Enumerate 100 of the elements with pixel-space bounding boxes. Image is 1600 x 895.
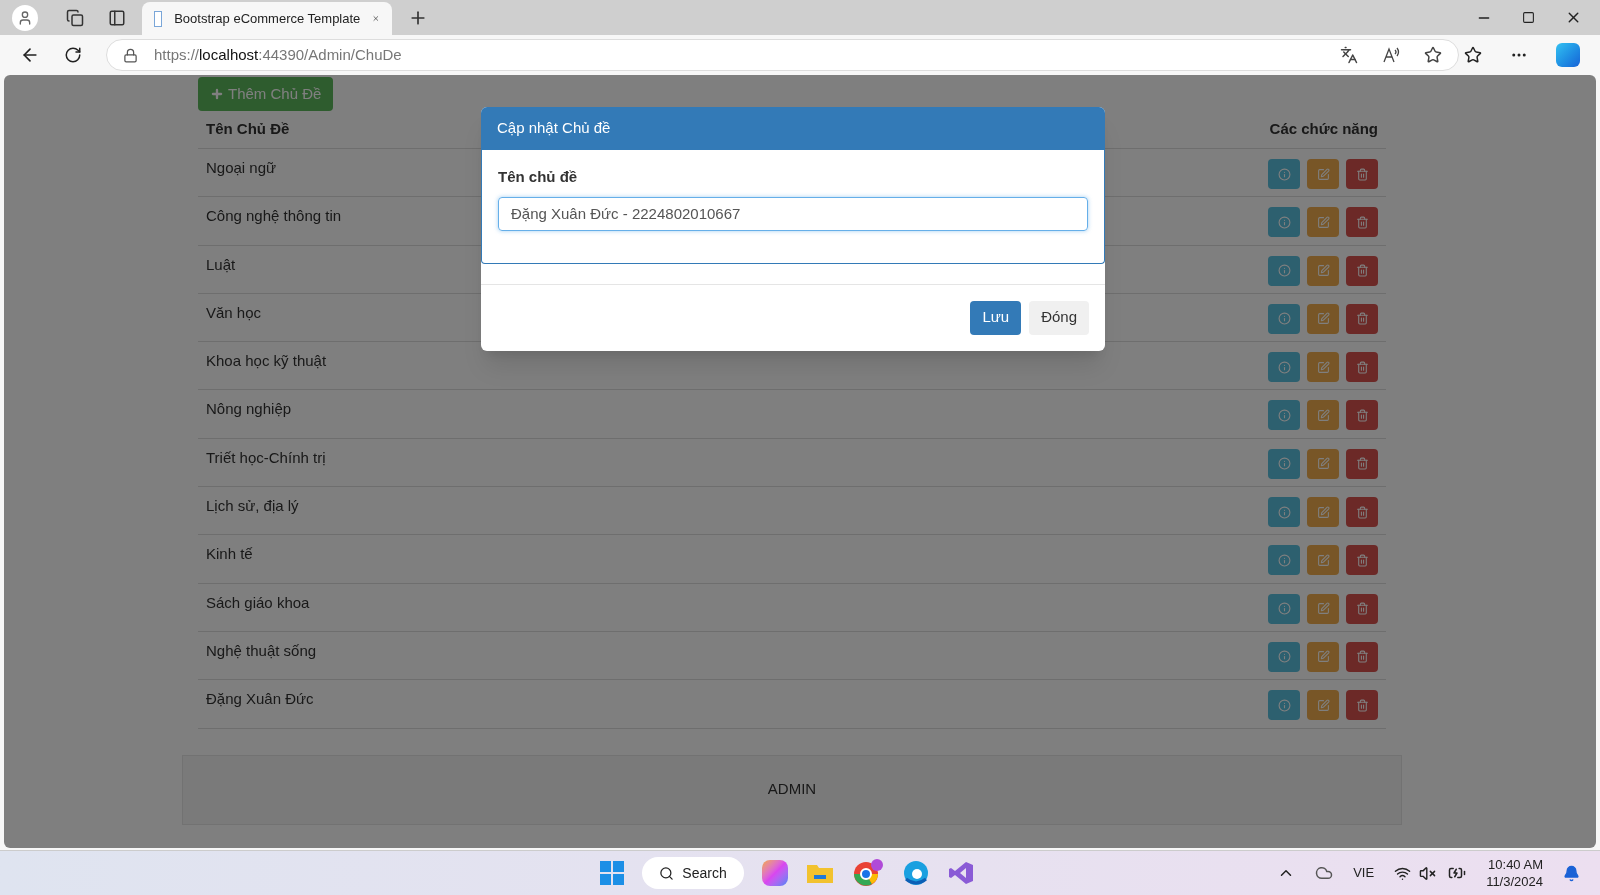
info-button[interactable] — [1268, 497, 1300, 528]
trash-icon — [1355, 360, 1369, 374]
column-header: Tên Chủ Đề — [206, 119, 290, 140]
topic-name: Luật — [206, 254, 236, 275]
info-button[interactable] — [1268, 400, 1300, 431]
chrome-icon[interactable] — [852, 858, 884, 888]
info-button[interactable] — [1268, 207, 1300, 238]
topic-name: Lịch sử, địa lý — [206, 496, 299, 517]
info-icon — [1277, 167, 1291, 181]
topic-name: Triết học-Chính trị — [206, 447, 326, 468]
muted-speaker-icon[interactable] — [1419, 864, 1437, 882]
info-button[interactable] — [1268, 690, 1300, 721]
info-button[interactable] — [1268, 303, 1300, 334]
save-button[interactable]: Lưu — [970, 300, 1022, 335]
delete-button[interactable] — [1346, 545, 1378, 576]
trash-icon — [1355, 698, 1369, 712]
delete-button[interactable] — [1346, 255, 1378, 286]
topic-name-field[interactable]: Đặng Xuân Đức - 2224802010667 — [498, 196, 1088, 231]
clock[interactable]: 10:40 AM 11/3/2024 — [1486, 856, 1543, 890]
edit-button[interactable] — [1307, 641, 1339, 672]
plus-icon — [210, 87, 224, 101]
edit-button[interactable] — [1307, 690, 1339, 721]
column-header: Các chức năng — [1269, 119, 1378, 140]
notification-bell-icon[interactable] — [1563, 864, 1580, 882]
delete-button[interactable] — [1346, 690, 1378, 721]
trash-icon — [1355, 457, 1369, 471]
edit-button[interactable] — [1307, 448, 1339, 479]
trash-icon — [1355, 602, 1369, 616]
close-button[interactable]: Đóng — [1029, 300, 1089, 335]
translate-icon[interactable] — [1340, 46, 1358, 64]
url-text: https://localhost:44390/Admin/ChuDe — [154, 44, 402, 65]
browser-tab[interactable]: Bootstrap eCommerce Template — [142, 2, 392, 35]
info-button[interactable] — [1268, 641, 1300, 672]
visual-studio-icon[interactable] — [948, 860, 974, 886]
info-button[interactable] — [1268, 545, 1300, 576]
delete-button[interactable] — [1346, 303, 1378, 334]
tab-actions-icon[interactable] — [108, 8, 126, 27]
topic-name: Sách giáo khoa — [206, 592, 310, 613]
delete-button[interactable] — [1346, 159, 1378, 189]
edit-icon — [1316, 264, 1330, 278]
cloud-icon[interactable] — [1315, 864, 1334, 882]
delete-button[interactable] — [1346, 352, 1378, 383]
lock-icon — [123, 47, 138, 63]
trash-icon — [1355, 409, 1369, 422]
trash-icon — [1355, 505, 1369, 519]
favorite-star-icon[interactable] — [1424, 46, 1442, 64]
favorites-icon[interactable] — [1464, 46, 1482, 64]
info-icon — [1277, 360, 1291, 374]
edit-button[interactable] — [1307, 352, 1339, 383]
start-icon[interactable] — [600, 861, 624, 885]
topic-name: Văn học — [206, 302, 262, 323]
info-button[interactable] — [1268, 593, 1300, 624]
address-bar[interactable]: https://localhost:44390/Admin/ChuDe — [106, 39, 1459, 71]
info-button[interactable] — [1268, 255, 1300, 286]
taskbar-search[interactable]: Search — [642, 857, 744, 889]
edit-button[interactable] — [1307, 159, 1339, 189]
reload-icon[interactable] — [64, 46, 82, 64]
trash-icon — [1355, 650, 1369, 664]
info-icon — [1277, 505, 1291, 519]
info-button[interactable] — [1268, 352, 1300, 383]
topic-name: Công nghệ thông tin — [206, 206, 342, 227]
edit-button[interactable] — [1307, 545, 1339, 576]
edit-button[interactable] — [1307, 303, 1339, 334]
edit-icon — [1316, 360, 1330, 374]
collections-icon[interactable] — [66, 8, 84, 27]
delete-button[interactable] — [1346, 448, 1378, 479]
delete-button[interactable] — [1346, 641, 1378, 672]
read-aloud-icon[interactable] — [1382, 46, 1400, 64]
topic-name: Nông nghiệp — [206, 399, 292, 420]
topic-name: Khoa học kỹ thuật — [206, 351, 327, 372]
footer-text: ADMIN — [767, 779, 817, 800]
topic-name: Đặng Xuân Đức — [206, 689, 314, 710]
edit-button[interactable] — [1307, 497, 1339, 528]
topic-name: Kinh tế — [206, 544, 253, 565]
restore-icon[interactable] — [1522, 11, 1535, 24]
edit-icon — [1316, 698, 1330, 712]
edit-icon — [1316, 167, 1330, 181]
info-button[interactable] — [1268, 448, 1300, 479]
edit-button[interactable] — [1307, 593, 1339, 624]
info-icon — [1277, 264, 1291, 278]
time-text: 10:40 AM — [1488, 856, 1543, 873]
trash-icon — [1355, 553, 1369, 567]
profile-icon[interactable] — [12, 4, 38, 31]
edit-button[interactable] — [1307, 400, 1339, 431]
edge-icon[interactable] — [902, 859, 930, 887]
tab-title: Bootstrap eCommerce Template — [174, 9, 361, 28]
info-icon — [1277, 215, 1291, 229]
delete-button[interactable] — [1346, 593, 1378, 624]
info-button[interactable] — [1268, 159, 1300, 189]
delete-button[interactable] — [1346, 207, 1378, 238]
info-icon — [1277, 409, 1291, 422]
person-icon — [17, 9, 33, 26]
trash-icon — [1355, 264, 1369, 278]
delete-button[interactable] — [1346, 400, 1378, 431]
delete-button[interactable] — [1346, 497, 1378, 528]
language-indicator[interactable]: VIE — [1353, 863, 1375, 883]
page-icon — [154, 10, 163, 27]
edit-button[interactable] — [1307, 207, 1339, 238]
topic-name: Ngoại ngữ — [206, 158, 277, 178]
edit-button[interactable] — [1307, 255, 1339, 286]
